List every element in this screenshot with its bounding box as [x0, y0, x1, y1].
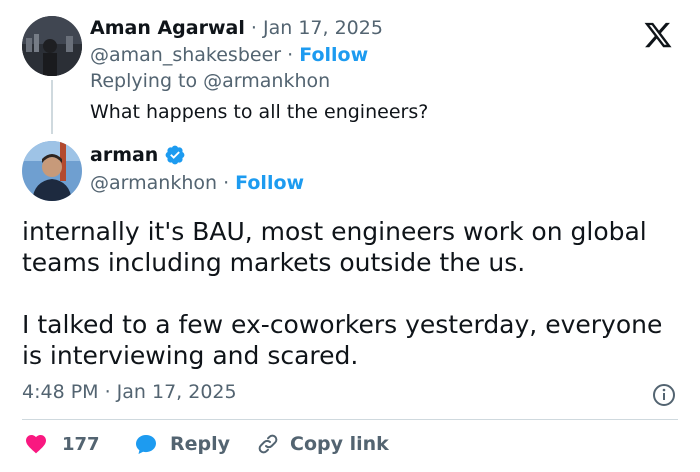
main-tweet-text: internally it's BAU, most engineers work… [22, 216, 662, 371]
quoted-author-avatar[interactable] [22, 16, 82, 76]
copy-link-label: Copy link [290, 433, 389, 455]
quoted-handle-row: @aman_shakesbeer · Follow [90, 44, 368, 66]
copy-link-action[interactable]: Copy link [256, 432, 389, 456]
like-action[interactable]: 177 [24, 432, 100, 456]
paragraph-break [22, 278, 662, 309]
quoted-handle[interactable]: @aman_shakesbeer [90, 44, 281, 66]
reply-action[interactable]: Reply [134, 432, 230, 456]
separator-dot: · [287, 44, 294, 66]
reply-icon [134, 432, 158, 456]
quoted-tweet-text: What happens to all the engineers? [90, 101, 429, 123]
divider [22, 419, 678, 420]
reply-label: Reply [170, 433, 231, 455]
heart-icon [24, 432, 48, 456]
tweet-text-line: I talked to a few ex-coworkers yesterday… [22, 310, 663, 339]
quoted-author-name[interactable]: Aman Agarwal [90, 17, 245, 39]
main-handle-row: @armankhon · Follow [90, 172, 304, 194]
tweet-text-line: is interviewing and scared. [22, 341, 359, 370]
x-logo-icon[interactable] [641, 20, 675, 50]
main-follow-button[interactable]: Follow [235, 172, 304, 194]
tweet-text-line: teams including markets outside the us. [22, 248, 526, 277]
main-author-name[interactable]: arman [90, 144, 158, 166]
quoted-header: Aman Agarwal · Jan 17, 2025 [90, 17, 383, 39]
avatar-image [22, 141, 82, 201]
like-count: 177 [62, 433, 100, 455]
quoted-date[interactable]: Jan 17, 2025 [263, 17, 383, 39]
tweet-timestamp[interactable]: 4:48 PM · Jan 17, 2025 [22, 381, 237, 403]
avatar-image [22, 16, 82, 76]
tweet-text-line: internally it's BAU, most engineers work… [22, 217, 647, 246]
main-header: arman [90, 144, 186, 166]
verified-badge-icon [164, 144, 186, 166]
quoted-follow-button[interactable]: Follow [299, 44, 368, 66]
main-handle[interactable]: @armankhon [90, 172, 217, 194]
separator-dot: · [250, 17, 257, 39]
link-icon [256, 432, 280, 456]
replying-to[interactable]: Replying to @armankhon [90, 70, 330, 92]
thread-line [51, 80, 53, 134]
main-author-avatar[interactable] [22, 141, 82, 201]
info-icon[interactable] [652, 383, 676, 407]
separator-dot: · [223, 172, 230, 194]
